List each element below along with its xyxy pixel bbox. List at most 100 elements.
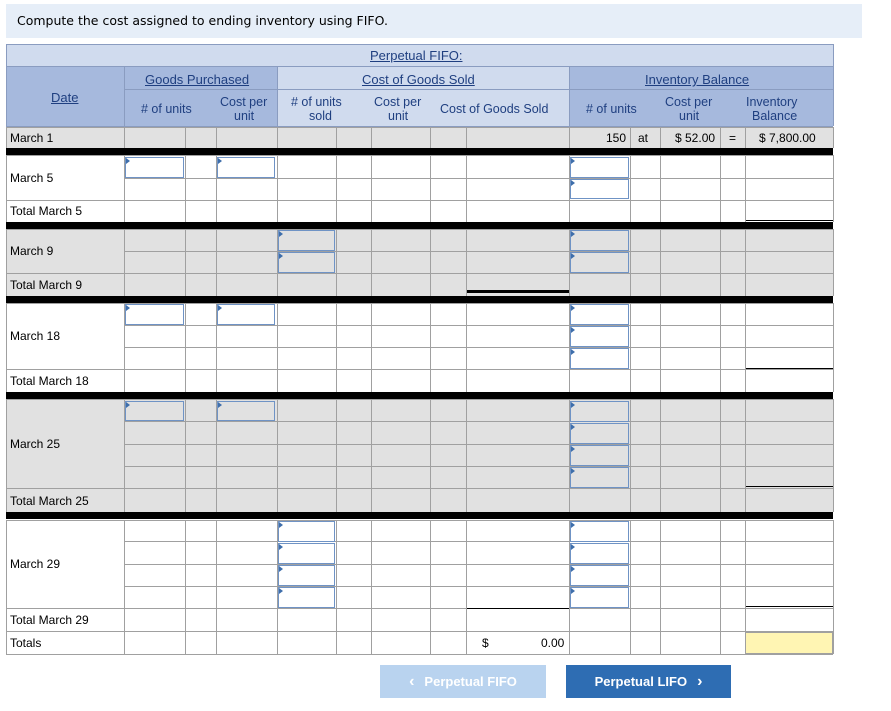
grid-line <box>466 155 467 200</box>
s-units-input-march29-3[interactable] <box>278 565 335 586</box>
b-units-input-march29-2[interactable] <box>570 543 629 564</box>
grid-line <box>336 488 337 512</box>
s-units-input-march9-1[interactable] <box>278 230 335 251</box>
grid-line <box>745 369 746 392</box>
p-units-input-march25[interactable] <box>125 401 184 421</box>
s-units-input-march9-2[interactable] <box>278 252 335 273</box>
grid-line <box>336 155 337 200</box>
grid-line <box>124 564 833 565</box>
b-units-input-march29-3[interactable] <box>570 565 629 586</box>
grid-line <box>430 369 431 392</box>
separator-bar <box>6 222 833 229</box>
b-units-input-march18-1[interactable] <box>570 304 629 325</box>
b-units-input-march5-2[interactable] <box>570 179 629 199</box>
grid-line <box>124 421 833 422</box>
chevron-left-icon: ‹ <box>409 672 415 690</box>
grid-line <box>466 229 467 273</box>
grid-line <box>6 303 7 369</box>
grid-line <box>277 369 278 392</box>
s-units-input-march29-1[interactable] <box>278 521 335 542</box>
b-units-input-march25-1[interactable] <box>570 401 629 422</box>
grid-line <box>124 586 833 587</box>
b-units-input-march9-1[interactable] <box>570 230 629 251</box>
grid-line <box>745 127 746 148</box>
b-units-input-march25-4[interactable] <box>570 467 629 488</box>
grid-line <box>833 631 834 654</box>
grid-line <box>371 303 372 369</box>
grid-line <box>833 127 834 148</box>
grid-line <box>660 608 661 631</box>
b-units-input-march29-4[interactable] <box>570 587 629 608</box>
p-units-input-march18[interactable] <box>125 304 184 325</box>
underline <box>746 606 833 607</box>
row-totals-label: Totals <box>10 636 42 650</box>
b-units-input-march18-3[interactable] <box>570 348 629 369</box>
grid-line <box>569 273 570 296</box>
grid-line <box>660 488 661 512</box>
col-s-cost-1: Cost per <box>374 95 422 109</box>
grid-line <box>720 520 721 608</box>
grid-line <box>833 399 834 488</box>
grid-line <box>371 200 372 222</box>
grid-line <box>660 273 661 296</box>
row-total-march-18 <box>6 369 833 392</box>
grid-line <box>336 127 337 148</box>
next-button[interactable]: Perpetual LIFO › <box>566 665 731 698</box>
col-b-cost-1: Cost per <box>665 95 713 109</box>
header-goods-purchased: Goods Purchased <box>145 72 250 87</box>
p-cost-input-march18[interactable] <box>217 304 275 325</box>
b-units-input-march5-1[interactable] <box>570 157 629 178</box>
grid-line <box>6 44 7 126</box>
grid-line <box>124 347 833 348</box>
grid-line <box>6 155 833 156</box>
prev-button[interactable]: ‹ Perpetual FIFO <box>380 665 546 698</box>
grid-line <box>720 200 721 222</box>
row-march-29-label: March 29 <box>10 557 61 571</box>
grid-line <box>336 229 337 273</box>
grid-line <box>630 155 631 200</box>
b-units-input-march25-2[interactable] <box>570 423 629 444</box>
b-units-input-march18-2[interactable] <box>570 326 629 347</box>
grid-line <box>336 303 337 369</box>
p-cost-input-march5[interactable] <box>217 157 275 178</box>
grid-line <box>833 608 834 631</box>
grid-line <box>124 631 125 654</box>
row-total-march-5-label: Total March 5 <box>10 204 83 218</box>
grid-line <box>371 520 372 608</box>
grid-line <box>336 273 337 296</box>
grid-line <box>216 520 217 608</box>
grid-line <box>216 273 217 296</box>
s-units-input-march29-4[interactable] <box>278 587 335 608</box>
underline <box>746 486 833 487</box>
grid-line <box>466 520 467 608</box>
b-units-input-march9-2[interactable] <box>570 252 629 273</box>
p-cost-input-march25[interactable] <box>217 401 275 421</box>
grid-line <box>430 200 431 222</box>
grid-line <box>430 488 431 512</box>
grid-line <box>430 631 431 654</box>
b-units-input-march29-1[interactable] <box>570 521 629 542</box>
grid-line <box>569 608 570 631</box>
grid-line <box>371 608 372 631</box>
col-s-units-1: # of units <box>291 95 342 109</box>
grid-line <box>6 229 833 230</box>
grid-line <box>430 229 431 273</box>
grid-line <box>745 155 746 200</box>
grid-line <box>430 303 431 369</box>
grid-line <box>6 127 7 148</box>
s-units-input-march29-2[interactable] <box>278 543 335 564</box>
col-p-units: # of units <box>141 102 192 116</box>
grid-line <box>720 155 721 200</box>
b-units-input-march25-3[interactable] <box>570 445 629 466</box>
grid-line <box>124 520 125 608</box>
grid-line <box>720 303 721 369</box>
grid-line <box>630 200 631 222</box>
underline <box>746 368 833 369</box>
grid-line <box>124 127 125 148</box>
col-p-cost-1: Cost per <box>220 95 268 109</box>
grid-line <box>745 303 746 369</box>
grid-line <box>466 608 467 631</box>
grid-line <box>6 399 7 488</box>
grid-line <box>124 89 833 90</box>
p-units-input-march5[interactable] <box>125 157 184 178</box>
